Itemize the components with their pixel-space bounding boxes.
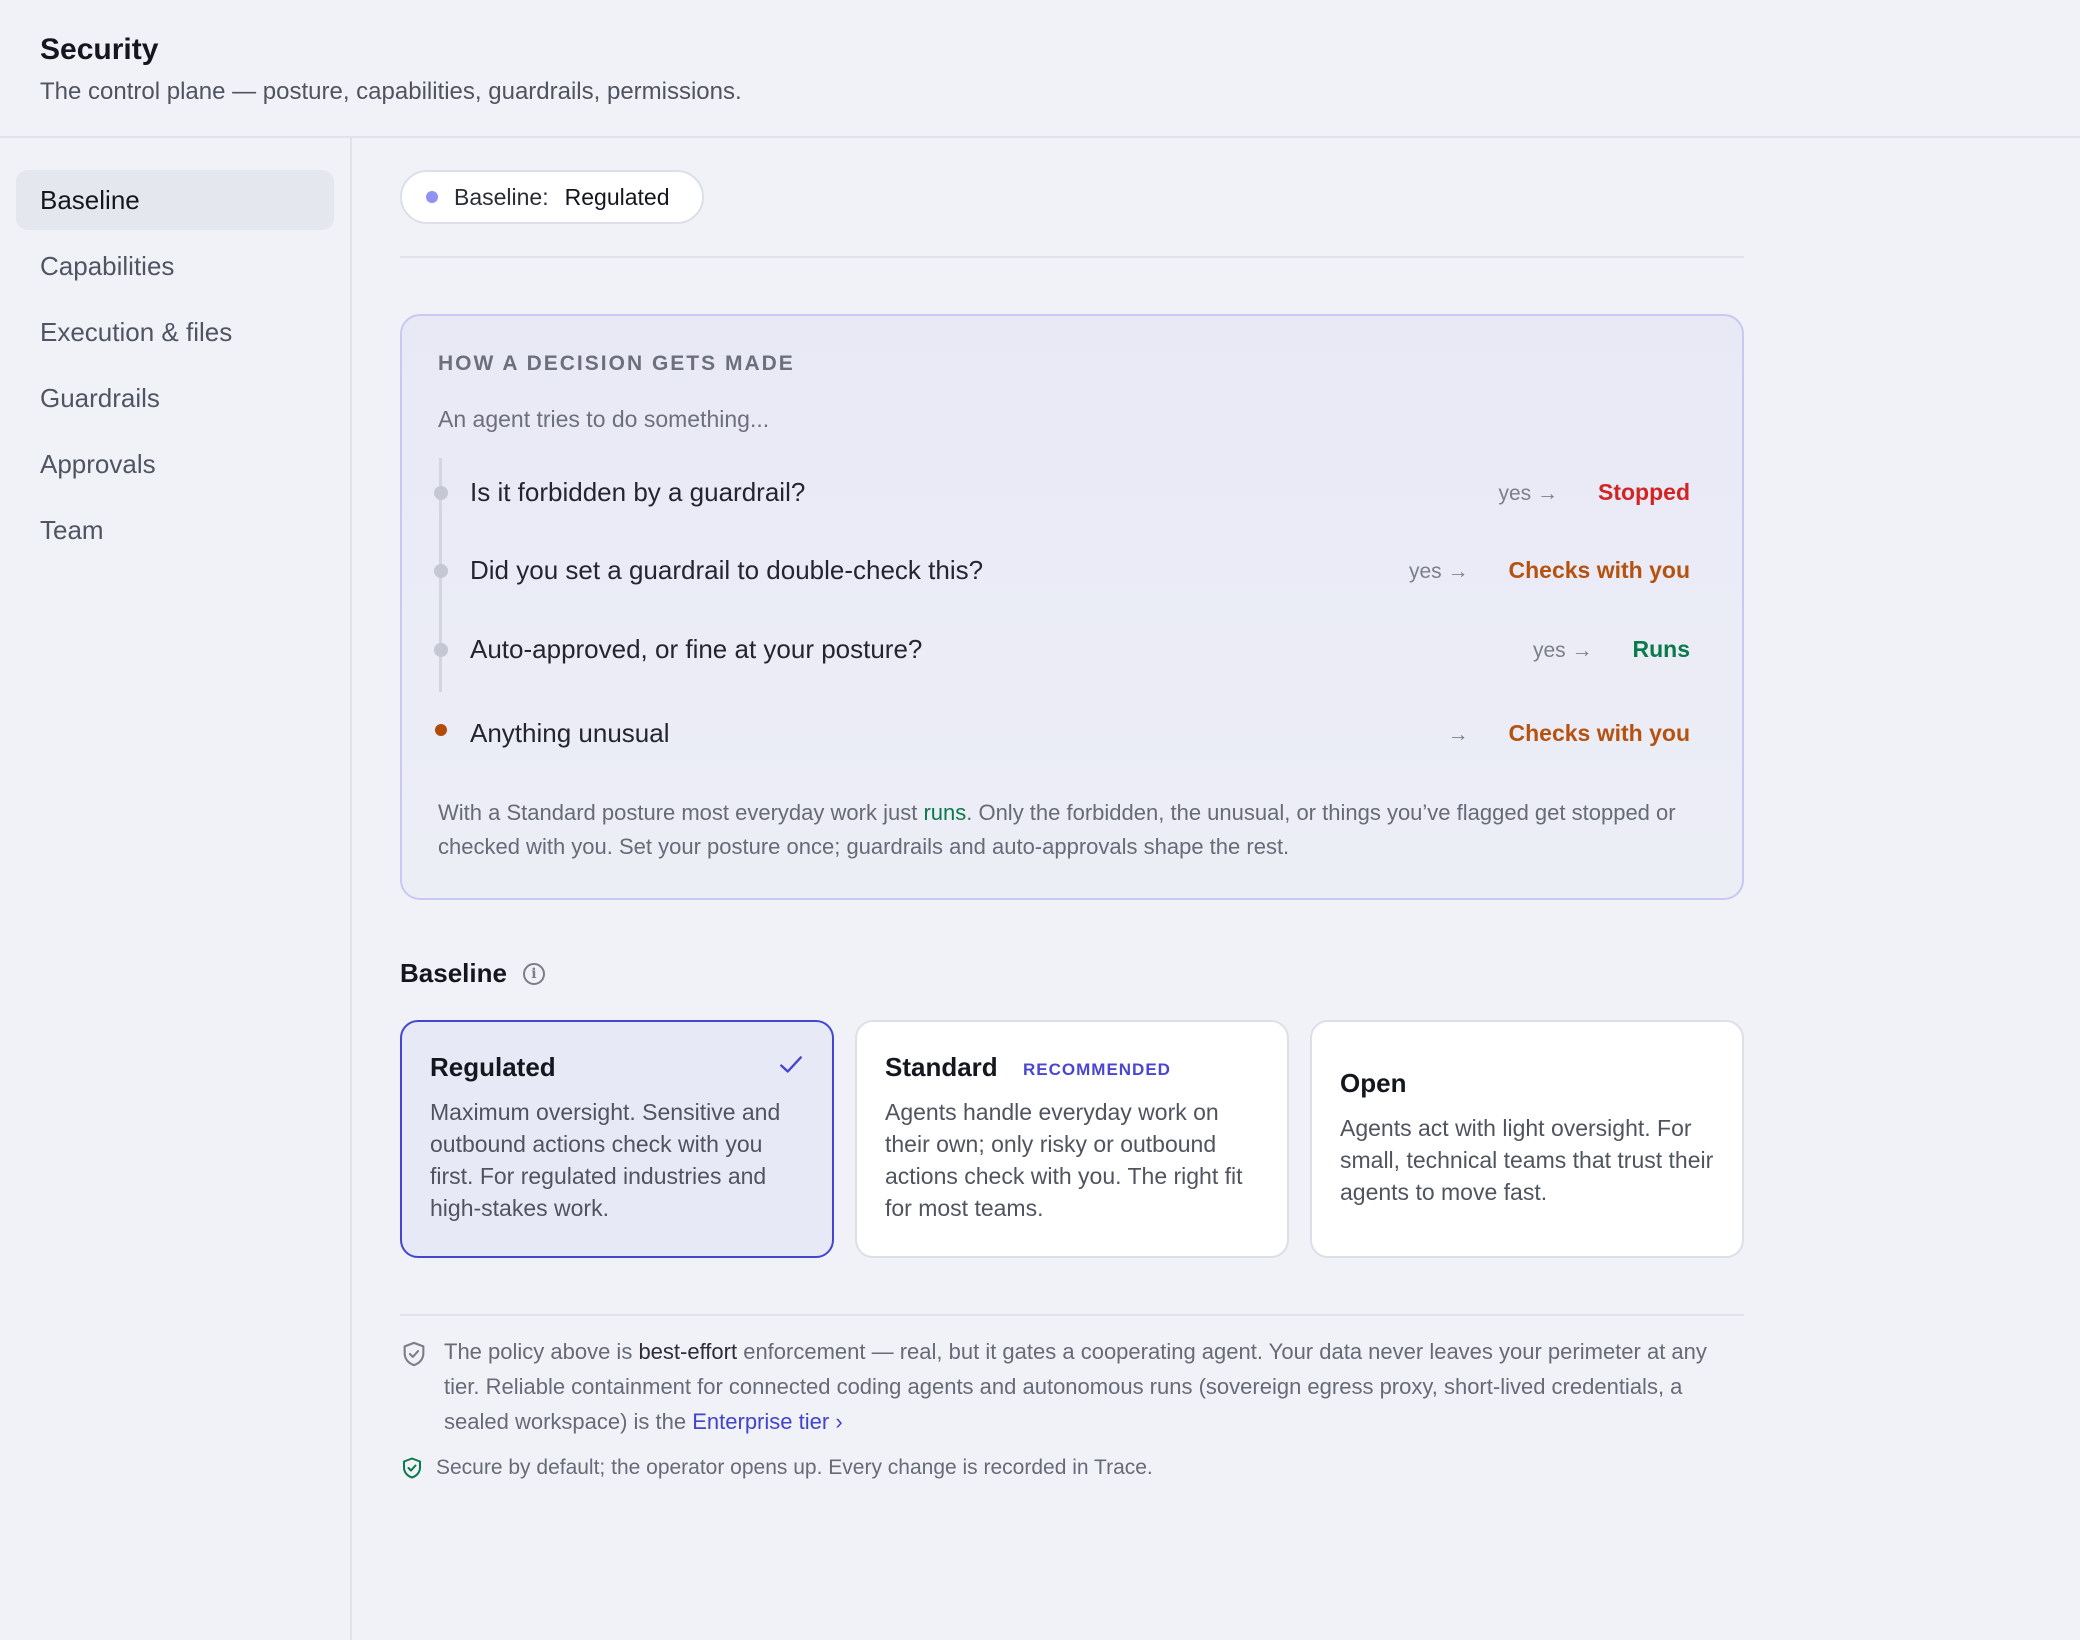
step-question: Is it forbidden by a guardrail? [470, 477, 806, 507]
step-result-runs: Runs [1632, 636, 1691, 662]
checkmark-icon [780, 1056, 802, 1073]
decision-step: Auto-approved, or fine at your posture? … [402, 625, 1746, 675]
sidebar-item-baseline[interactable]: Baseline [16, 170, 334, 230]
page-title: Security [40, 33, 159, 66]
step-yes-label: yes → [1409, 560, 1469, 583]
sidebar-item-team[interactable]: Team [16, 500, 334, 560]
baseline-pill-label: Baseline: [454, 183, 549, 210]
status-dot-icon [426, 191, 438, 203]
decision-step: Is it forbidden by a guardrail? yes → St… [402, 468, 1746, 518]
tier-card-open[interactable]: Open Agents act with light oversight. Fo… [1310, 1020, 1744, 1258]
step-result-checks: Checks with you [1508, 720, 1690, 746]
sidebar: Baseline Capabilities Execution & files … [0, 138, 352, 1640]
step-arrow-label: → [1447, 723, 1469, 746]
chevron-right-icon[interactable]: › [835, 1409, 842, 1434]
baseline-section-title: Baseline i [400, 958, 545, 989]
enterprise-tier-link[interactable]: Enterprise tier [692, 1409, 829, 1434]
step-bullet-icon [434, 643, 448, 657]
tier-name: Open [1340, 1068, 1407, 1098]
decision-eyebrow: HOW A DECISION GETS MADE [438, 352, 795, 375]
step-result-checks: Checks with you [1508, 557, 1690, 583]
recommended-badge: RECOMMENDED [1023, 1060, 1171, 1079]
main-content: Baseline: Regulated HOW A DECISION GETS … [400, 138, 1744, 1640]
footnote-runs-highlight: runs [923, 800, 967, 825]
shield-check-icon [403, 1457, 421, 1479]
notice-strong: best-effort [638, 1339, 738, 1364]
divider [400, 256, 1744, 258]
decision-step: Did you set a guardrail to double-check … [402, 546, 1746, 596]
page-header: Security The control plane — posture, ca… [0, 0, 2080, 138]
tier-card-standard[interactable]: Standard RECOMMENDED Agents handle every… [855, 1020, 1289, 1258]
baseline-pill-value: Regulated [564, 183, 670, 210]
baseline-tier-options: Regulated Maximum oversight. Sensitive a… [400, 1020, 1744, 1258]
secure-text: Secure by default; the operator opens up… [436, 1456, 1153, 1479]
notice-text: The policy above is best-effort enforcem… [444, 1334, 1744, 1439]
step-outcome: yes → Stopped [1498, 479, 1690, 506]
sidebar-item-guardrails[interactable]: Guardrails [16, 368, 334, 428]
decision-flow-panel: HOW A DECISION GETS MADE An agent tries … [400, 314, 1744, 900]
footnote-text: With a Standard posture most everyday wo… [438, 800, 924, 825]
decision-lead: An agent tries to do something... [438, 406, 770, 432]
tier-name: Standard [885, 1052, 998, 1082]
baseline-status-pill: Baseline: Regulated [400, 170, 704, 224]
tier-card-regulated[interactable]: Regulated Maximum oversight. Sensitive a… [400, 1020, 834, 1258]
secure-by-default-note: Secure by default; the operator opens up… [400, 1456, 1744, 1480]
decision-step: Anything unusual → Checks with you [402, 709, 1746, 759]
step-bullet-icon [435, 724, 447, 736]
step-yes-label: yes → [1498, 482, 1558, 505]
notice-text-pre: The policy above is [444, 1339, 639, 1364]
tier-name: Regulated [430, 1052, 556, 1082]
sidebar-item-execution-files[interactable]: Execution & files [16, 302, 334, 362]
divider [400, 1314, 1744, 1316]
step-bullet-icon [434, 564, 448, 578]
step-outcome: yes → Runs [1533, 636, 1690, 663]
step-question: Did you set a guardrail to double-check … [470, 555, 984, 585]
info-icon[interactable]: i [522, 962, 545, 985]
shield-icon [403, 1341, 425, 1367]
step-question: Anything unusual [470, 718, 670, 748]
tier-description: Agents handle everyday work on their own… [885, 1099, 1243, 1221]
enforcement-notice: The policy above is best-effort enforcem… [400, 1334, 1744, 1439]
step-result-stopped: Stopped [1598, 479, 1690, 505]
baseline-heading: Baseline [400, 958, 507, 988]
tier-description: Maximum oversight. Sensitive and outboun… [430, 1099, 781, 1221]
decision-footnote: With a Standard posture most everyday wo… [438, 796, 1698, 864]
page-subtitle: The control plane — posture, capabilitie… [40, 78, 742, 105]
step-bullet-icon [434, 486, 448, 500]
tier-description: Agents act with light oversight. For sma… [1340, 1115, 1714, 1205]
step-yes-label: yes → [1532, 639, 1593, 662]
sidebar-item-capabilities[interactable]: Capabilities [16, 236, 334, 296]
step-outcome: yes → Checks with you [1409, 557, 1690, 584]
step-outcome: → Checks with you [1448, 720, 1690, 747]
step-question: Auto-approved, or fine at your posture? [470, 634, 923, 664]
sidebar-item-approvals[interactable]: Approvals [16, 434, 334, 494]
